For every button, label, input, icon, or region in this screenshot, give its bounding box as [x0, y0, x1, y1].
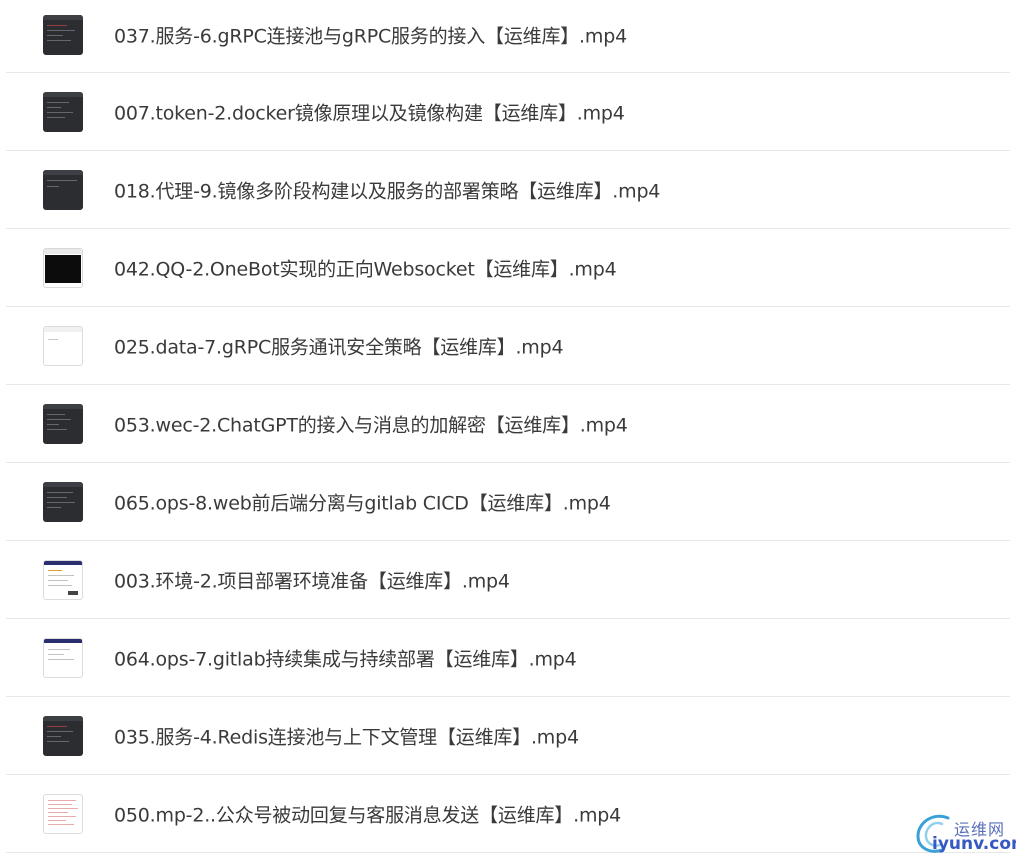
- file-name[interactable]: 035.服务-4.Redis连接池与上下文管理【运维库】.mp4: [114, 723, 579, 750]
- file-name[interactable]: 065.ops-8.web前后端分离与gitlab CICD【运维库】.mp4: [114, 489, 611, 516]
- file-list: 037.服务-6.gRPC连接池与gRPC服务的接入【运维库】.mp4 007.…: [0, 0, 1016, 853]
- video-thumbnail-icon: [43, 92, 83, 132]
- file-row[interactable]: 018.代理-9.镜像多阶段构建以及服务的部署策略【运维库】.mp4: [0, 151, 1016, 229]
- video-thumbnail-icon: [43, 794, 83, 834]
- video-thumbnail-icon: [43, 404, 83, 444]
- file-name[interactable]: 007.token-2.docker镜像原理以及镜像构建【运维库】.mp4: [114, 99, 625, 126]
- file-row[interactable]: 003.环境-2.项目部署环境准备【运维库】.mp4: [0, 541, 1016, 619]
- file-row[interactable]: 037.服务-6.gRPC连接池与gRPC服务的接入【运维库】.mp4: [0, 0, 1016, 73]
- file-name[interactable]: 042.QQ-2.OneBot实现的正向Websocket【运维库】.mp4: [114, 255, 617, 282]
- file-row[interactable]: 064.ops-7.gitlab持续集成与持续部署【运维库】.mp4: [0, 619, 1016, 697]
- file-name[interactable]: 064.ops-7.gitlab持续集成与持续部署【运维库】.mp4: [114, 645, 577, 672]
- file-name[interactable]: 050.mp-2..公众号被动回复与客服消息发送【运维库】.mp4: [114, 801, 621, 828]
- video-thumbnail-icon: [43, 560, 83, 600]
- video-thumbnail-icon: [43, 638, 83, 678]
- video-thumbnail-icon: [43, 716, 83, 756]
- site-watermark: 运维网 iyunv.com: [912, 810, 1016, 858]
- file-name[interactable]: 018.代理-9.镜像多阶段构建以及服务的部署策略【运维库】.mp4: [114, 177, 660, 204]
- file-row[interactable]: 050.mp-2..公众号被动回复与客服消息发送【运维库】.mp4: [0, 775, 1016, 853]
- file-row[interactable]: 065.ops-8.web前后端分离与gitlab CICD【运维库】.mp4: [0, 463, 1016, 541]
- video-thumbnail-icon: [43, 326, 83, 366]
- file-name[interactable]: 025.data-7.gRPC服务通讯安全策略【运维库】.mp4: [114, 333, 564, 360]
- video-thumbnail-icon: [43, 14, 83, 55]
- video-thumbnail-icon: [43, 482, 83, 522]
- file-name[interactable]: 053.wec-2.ChatGPT的接入与消息的加解密【运维库】.mp4: [114, 411, 628, 438]
- file-row[interactable]: 035.服务-4.Redis连接池与上下文管理【运维库】.mp4: [0, 697, 1016, 775]
- file-name[interactable]: 037.服务-6.gRPC连接池与gRPC服务的接入【运维库】.mp4: [114, 21, 627, 48]
- file-row[interactable]: 042.QQ-2.OneBot实现的正向Websocket【运维库】.mp4: [0, 229, 1016, 307]
- video-thumbnail-icon: [43, 170, 83, 210]
- video-thumbnail-icon: [43, 248, 83, 288]
- file-row[interactable]: 025.data-7.gRPC服务通讯安全策略【运维库】.mp4: [0, 307, 1016, 385]
- watermark-domain: iyunv.com: [932, 834, 1016, 854]
- file-row[interactable]: 053.wec-2.ChatGPT的接入与消息的加解密【运维库】.mp4: [0, 385, 1016, 463]
- file-row[interactable]: 007.token-2.docker镜像原理以及镜像构建【运维库】.mp4: [0, 73, 1016, 151]
- file-name[interactable]: 003.环境-2.项目部署环境准备【运维库】.mp4: [114, 567, 510, 594]
